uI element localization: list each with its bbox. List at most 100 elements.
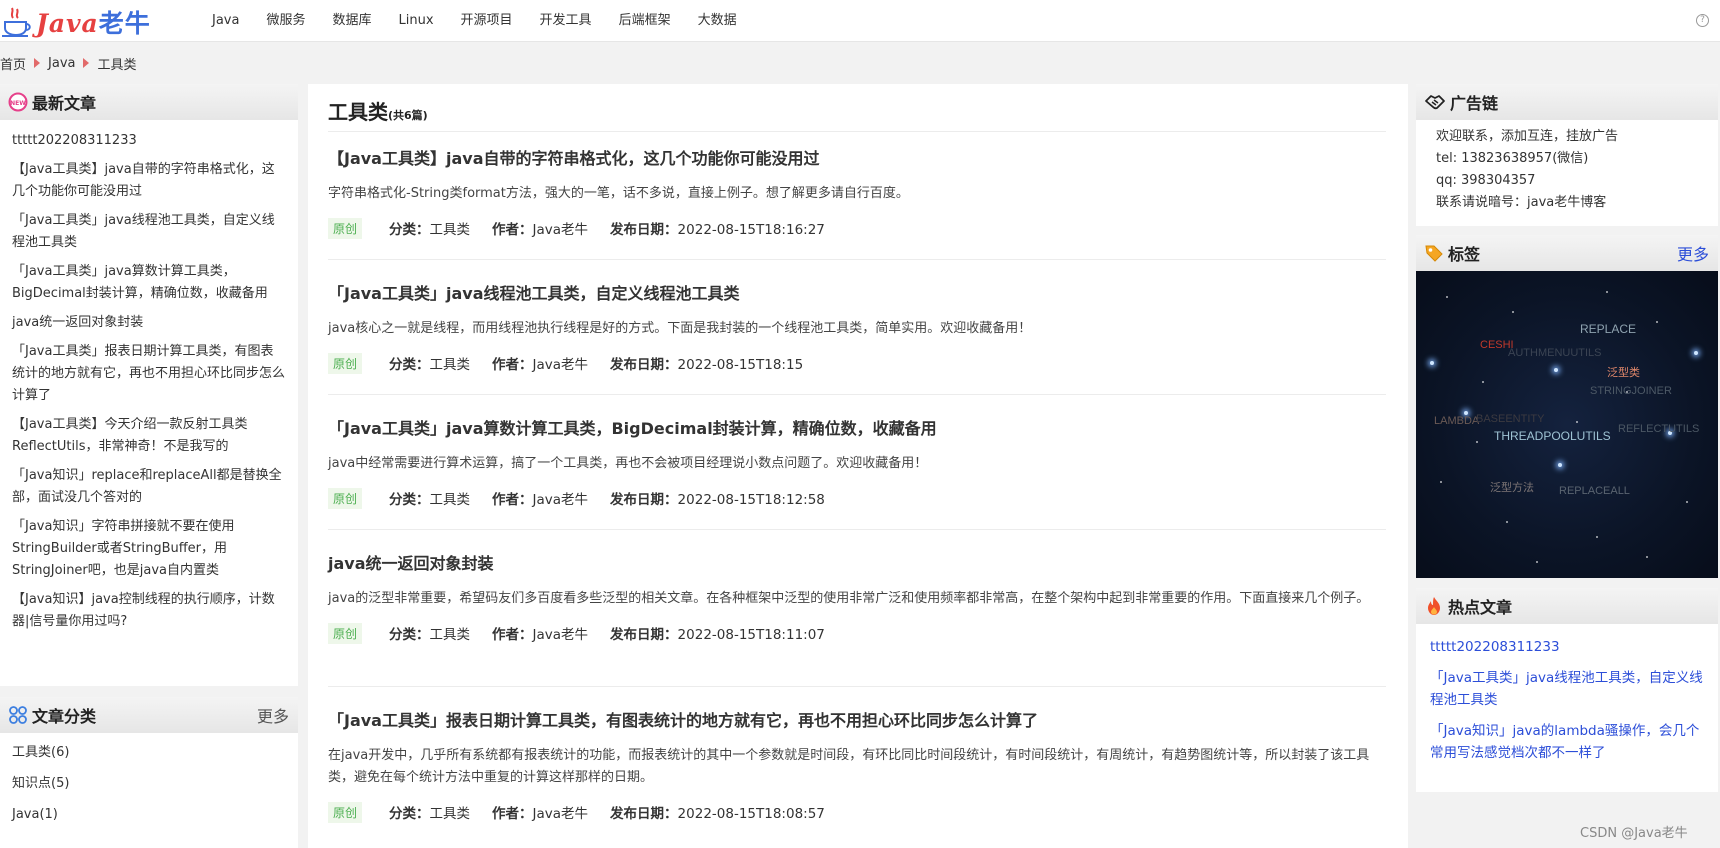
article-title[interactable]: java统一返回对象封装 — [328, 553, 1386, 575]
latest-article-item[interactable]: 「Java工具类」报表日期计算工具类，有图表统计的地方就有它，再也不用担心环比同… — [12, 341, 286, 407]
hot-article-item[interactable]: ttttt202208311233 — [1430, 636, 1704, 658]
original-badge: 原创 — [328, 622, 363, 644]
tags-more-link[interactable]: 更多 — [1677, 241, 1709, 265]
nav-item-dev-tools[interactable]: 开发工具 — [540, 0, 592, 42]
star-icon — [1506, 521, 1508, 523]
latest-article-item[interactable]: 【Java工具类】今天介绍一款反射工具类ReflectUtils，非常神奇！不是… — [12, 414, 286, 458]
logo-text: Java老牛 — [36, 9, 151, 38]
article-card: 「Java工具类」报表日期计算工具类，有图表统计的地方就有它，再也不用担心环比同… — [328, 710, 1386, 848]
article-date: 发布日期：2022-08-15T18:15 — [610, 357, 804, 373]
star-icon — [1576, 421, 1578, 423]
article-title[interactable]: 「Java工具类」java算数计算工具类，BigDecimal封装计算，精确位数… — [328, 418, 1386, 440]
article-count: (共6篇) — [388, 109, 428, 122]
article-meta: 原创 分类：工具类 作者：Java老牛 发布日期：2022-08-15T18:0… — [328, 801, 1386, 823]
star-icon — [1606, 291, 1608, 293]
category-item[interactable]: 知识点(5) — [12, 774, 286, 794]
breadcrumb-arrow-icon — [34, 58, 41, 68]
main-nav: Java 微服务 数据库 Linux 开源项目 开发工具 后端框架 大数据 — [212, 0, 764, 42]
nav-item-microservice[interactable]: 微服务 — [266, 0, 305, 42]
latest-article-item[interactable]: 「Java知识」字符串拼接就不要在使用StringBuilder或者String… — [12, 516, 286, 582]
article-summary: java的泛型非常重要，希望码友们多百度看多些泛型的相关文章。在各种框架中泛型的… — [328, 591, 1370, 606]
latest-article-item[interactable]: 「Java知识」replace和replaceAll都是替换全部，面试没几个答对… — [12, 465, 286, 509]
star-icon — [1554, 368, 1558, 372]
star-icon — [1536, 561, 1538, 563]
ads-content: 欢迎联系，添加互连，挂放广告 tel: 13823638957(微信) qq: … — [1416, 120, 1718, 220]
article-summary: java中经常需要进行算术运算，搞了一个工具类，再也不会被项目经理说小数点问题了… — [328, 456, 928, 471]
cloud-tag[interactable]: AUTHMENUUTILS — [1508, 347, 1602, 359]
nav-item-open-source[interactable]: 开源项目 — [461, 0, 513, 42]
article-date: 发布日期：2022-08-15T18:11:07 — [610, 627, 825, 643]
star-icon — [1446, 296, 1448, 298]
nav-item-backend-frameworks[interactable]: 后端框架 — [619, 0, 671, 42]
breadcrumb-home[interactable]: 首页 — [0, 54, 26, 73]
category-item[interactable]: Java(1) — [12, 805, 286, 825]
breadcrumb-java[interactable]: Java — [48, 56, 75, 71]
hot-article-item[interactable]: 「Java工具类」java线程池工具类，自定义线程池工具类 — [1430, 667, 1704, 711]
article-card: 「Java工具类」java算数计算工具类，BigDecimal封装计算，精确位数… — [328, 418, 1386, 530]
article-title[interactable]: 【Java工具类】java自带的字符串格式化，这几个功能你可能没用过 — [328, 148, 1386, 170]
ads-header: 广告链 — [1416, 84, 1718, 120]
handshake-icon — [1425, 95, 1445, 110]
article-category: 分类：工具类 — [389, 806, 471, 822]
categories-header: 文章分类 更多 — [0, 697, 298, 733]
article-author: 作者：Java老牛 — [492, 357, 589, 373]
cloud-tag[interactable]: BASEENTITY — [1476, 413, 1544, 425]
cloud-tag[interactable]: REPLACE — [1580, 322, 1636, 336]
original-badge: 原创 — [328, 487, 363, 509]
article-author: 作者：Java老牛 — [492, 492, 589, 508]
nav-item-database[interactable]: 数据库 — [332, 0, 371, 42]
latest-article-item[interactable]: 【Java工具类】java自带的字符串格式化，这几个功能你可能没用过 — [12, 159, 286, 203]
nav-item-java[interactable]: Java — [212, 0, 239, 42]
latest-article-item[interactable]: java统一返回对象封装 — [12, 312, 286, 334]
categories-list: 工具类(6) 知识点(5) Java(1) — [0, 733, 298, 825]
categories-panel: 文章分类 更多 工具类(6) 知识点(5) Java(1) — [0, 697, 298, 848]
cloud-tag[interactable]: THREADPOOLUTILS — [1494, 429, 1611, 443]
cloud-tag[interactable]: LAMBDA — [1434, 415, 1479, 427]
latest-article-item[interactable]: 「Java工具类」java算数计算工具类，BigDecimal封装计算，精确位数… — [12, 261, 286, 305]
ads-panel: 广告链 欢迎联系，添加互连，挂放广告 tel: 13823638957(微信) … — [1416, 84, 1718, 226]
cloud-tag[interactable]: 泛型类 — [1607, 364, 1640, 380]
article-author: 作者：Java老牛 — [492, 222, 589, 238]
star-icon — [1476, 441, 1478, 443]
latest-articles-panel: NEW 最新文章 ttttt202208311233 【Java工具类】java… — [0, 84, 298, 686]
latest-article-item[interactable]: 【Java知识】java控制线程的执行顺序，计数器|信号量你用过吗? — [12, 589, 286, 633]
star-icon — [1430, 361, 1434, 365]
breadcrumb-arrow-icon — [83, 58, 90, 68]
latest-articles-title: 最新文章 — [32, 94, 97, 113]
cloud-tag[interactable]: STRINGJOINER — [1590, 385, 1672, 397]
latest-article-item[interactable]: 「Java工具类」java线程池工具类，自定义线程池工具类 — [12, 210, 286, 254]
star-icon — [1656, 321, 1658, 323]
ads-line: 联系请说暗号：java老牛博客 — [1436, 195, 1607, 210]
article-title[interactable]: 「Java工具类」java线程池工具类，自定义线程池工具类 — [328, 283, 1386, 305]
csdn-watermark: CSDN @Java老牛 — [1580, 826, 1688, 841]
category-item[interactable]: 工具类(6) — [12, 743, 286, 763]
hot-articles-panel: 热点文章 ttttt202208311233 「Java工具类」java线程池工… — [1416, 588, 1718, 792]
nav-item-linux[interactable]: Linux — [399, 0, 434, 42]
ads-line: qq: 398304357 — [1436, 173, 1536, 188]
article-meta: 原创 分类：工具类 作者：Java老牛 发布日期：2022-08-15T18:1… — [328, 622, 1386, 644]
article-card: 「Java工具类」java线程池工具类，自定义线程池工具类 java核心之一就是… — [328, 283, 1386, 395]
help-icon[interactable]: ? — [1696, 14, 1709, 27]
latest-article-item[interactable]: ttttt202208311233 — [12, 130, 286, 152]
article-date: 发布日期：2022-08-15T18:16:27 — [610, 222, 825, 238]
tag-cloud: REPLACE CESHI AUTHMENUUTILS 泛型类 STRINGJO… — [1416, 271, 1718, 578]
article-author: 作者：Java老牛 — [492, 806, 589, 822]
star-icon — [1512, 311, 1514, 313]
fire-icon — [1428, 597, 1440, 615]
coffee-cup-icon — [2, 7, 31, 37]
tags-title: 标签 — [1448, 245, 1481, 264]
top-navbar: Java老牛 Java 微服务 数据库 Linux 开源项目 开发工具 后端框架… — [0, 0, 1720, 42]
categories-more-link[interactable]: 更多 — [257, 703, 289, 727]
ads-line: 欢迎联系，添加互连，挂放广告 — [1436, 129, 1619, 144]
new-badge-icon: NEW — [8, 92, 28, 112]
site-logo[interactable]: Java老牛 — [0, 4, 151, 40]
article-title[interactable]: 「Java工具类」报表日期计算工具类，有图表统计的地方就有它，再也不用担心环比同… — [328, 710, 1386, 732]
cloud-tag[interactable]: REFLECTUTILS — [1618, 423, 1699, 435]
cloud-tag[interactable]: 泛型方法 — [1490, 479, 1534, 495]
hot-article-item[interactable]: 「Java知识」java的lambda骚操作，会几个常用写法感觉档次都不一样了 — [1430, 720, 1704, 764]
categories-title: 文章分类 — [32, 707, 97, 726]
tag-icon — [1425, 245, 1443, 262]
cloud-tag[interactable]: REPLACEALL — [1559, 485, 1630, 497]
nav-item-big-data[interactable]: 大数据 — [698, 0, 737, 42]
star-icon — [1694, 351, 1698, 355]
